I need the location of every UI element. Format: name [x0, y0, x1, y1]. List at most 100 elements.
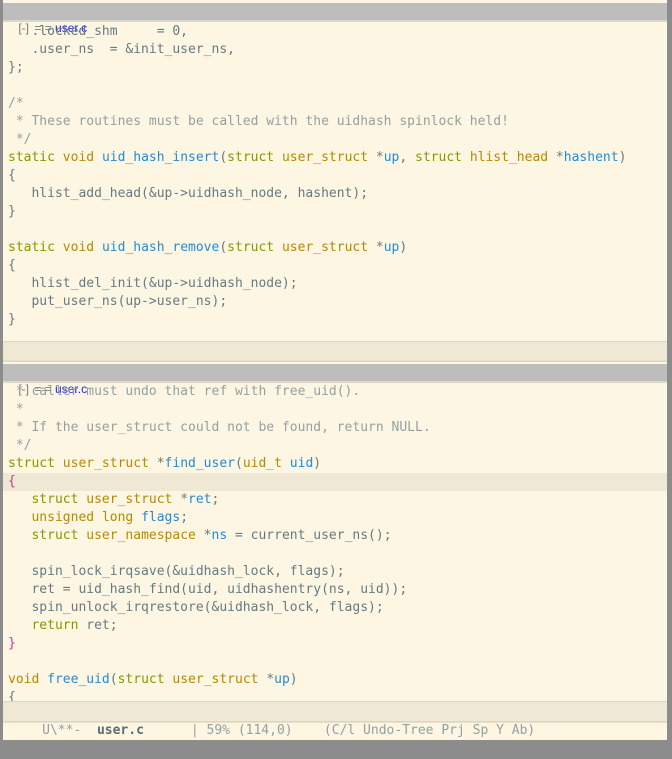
code-token: * — [148, 456, 165, 471]
code-line[interactable]: ret = uid_hash_find(uid, uidhashentry(ns… — [3, 581, 667, 599]
code-line[interactable]: }; — [3, 59, 667, 77]
code-line[interactable]: } — [3, 203, 667, 221]
code-line[interactable]: * — [3, 401, 667, 419]
code-token: ret — [188, 492, 212, 507]
code-token: * — [548, 150, 564, 165]
code-token: * — [8, 402, 24, 417]
code-line[interactable]: hlist_del_init(&up->uidhash_node); — [3, 275, 667, 293]
code-line[interactable]: void free_uid(struct user_struct *up) — [3, 671, 667, 689]
code-token: void — [8, 672, 40, 687]
code-token: ( — [109, 672, 118, 687]
header-line-bottom: [-] = = user.c — [3, 364, 667, 396]
code-token: ; — [180, 510, 189, 525]
code-token: void — [62, 150, 95, 165]
code-line[interactable]: return ret; — [3, 617, 667, 635]
code-line[interactable]: struct user_namespace *ns = current_user… — [3, 527, 667, 545]
code-token: user_struct — [281, 240, 369, 255]
window-divider — [3, 360, 667, 361]
code-token: find_user — [164, 456, 235, 471]
code-line[interactable]: .locked_shm = 0, — [3, 23, 667, 41]
code-token: struct — [8, 456, 55, 471]
code-token: struct — [415, 150, 462, 165]
code-line[interactable]: * These routines must be called with the… — [3, 113, 667, 131]
code-line[interactable] — [3, 653, 667, 671]
code-token: user_namespace — [86, 528, 196, 543]
code-line[interactable]: */ — [3, 131, 667, 149]
code-line[interactable]: struct user_struct *ret; — [3, 491, 667, 509]
code-token: * — [258, 672, 275, 687]
code-line[interactable]: unsigned long flags; — [3, 509, 667, 527]
code-token: { — [8, 474, 16, 489]
code-line[interactable]: .user_ns = &init_user_ns, — [3, 41, 667, 59]
code-token: uid_t — [242, 456, 282, 471]
code-line[interactable]: } — [3, 635, 667, 653]
code-line[interactable]: * If the user_struct could not be found,… — [3, 419, 667, 437]
code-token: ns — [211, 528, 228, 543]
code-token: user_struct — [172, 672, 259, 687]
code-line[interactable] — [3, 77, 667, 95]
code-line[interactable] — [3, 545, 667, 563]
code-token: ) — [618, 150, 627, 165]
code-line[interactable]: put_user_ns(up->user_ns); — [3, 293, 667, 311]
code-token: hashent — [563, 150, 619, 165]
code-token: .user_ns = &init_user_ns, — [8, 42, 235, 57]
code-line[interactable]: /* — [3, 95, 667, 113]
code-line[interactable]: static void uid_hash_insert(struct user_… — [3, 149, 667, 167]
code-token: spin_unlock_irqrestore(&uidhash_lock, fl… — [8, 600, 384, 615]
code-line[interactable]: spin_unlock_irqrestore(&uidhash_lock, fl… — [3, 599, 667, 617]
code-token: } — [8, 636, 16, 651]
code-line[interactable]: struct user_struct *find_user(uid_t uid) — [3, 455, 667, 473]
code-token: { — [8, 258, 16, 273]
code-line[interactable]: { — [3, 257, 667, 275]
code-line[interactable]: * caller must undo that ref with free_ui… — [3, 383, 667, 401]
code-line[interactable]: } — [3, 311, 667, 329]
code-editor-bottom[interactable]: * caller must undo that ref with free_ui… — [3, 383, 667, 707]
code-token: flags — [141, 510, 181, 525]
code-token: * These routines must be called with the… — [8, 114, 509, 129]
code-line[interactable]: { — [3, 167, 667, 185]
code-token: ( — [235, 456, 243, 471]
code-token: up — [383, 240, 400, 255]
code-token: ( — [219, 150, 228, 165]
code-token: /* — [8, 96, 24, 111]
code-token: * — [368, 150, 384, 165]
mode-line-bottom[interactable]: U\**- user.c | 59% (114,0) (C/l Undo-Tre… — [3, 701, 667, 738]
code-line[interactable]: static void uid_hash_remove(struct user_… — [3, 239, 667, 257]
code-token: * caller must undo that ref with free_ui… — [8, 384, 361, 399]
minibuffer[interactable] — [3, 723, 667, 740]
code-token: spin_lock_irqsave(&uidhash_lock, flags); — [8, 564, 345, 579]
code-line[interactable] — [3, 221, 667, 239]
code-token: up — [274, 672, 290, 687]
code-line[interactable]: hlist_add_head(&up->uidhash_node, hashen… — [3, 185, 667, 203]
code-token: uid_hash_remove — [101, 240, 220, 255]
code-token: ) — [313, 456, 322, 471]
code-token: static — [8, 240, 55, 255]
code-line[interactable]: { — [3, 473, 667, 491]
code-token: long — [101, 510, 134, 525]
code-token: } — [8, 312, 16, 327]
code-line[interactable]: spin_lock_irqsave(&uidhash_lock, flags); — [3, 563, 667, 581]
code-token: up — [383, 150, 400, 165]
code-token: ret; — [78, 618, 118, 633]
code-editor-top[interactable]: .locked_shm = 0, .user_ns = &init_user_n… — [3, 23, 667, 329]
code-token: put_user_ns(up->user_ns); — [8, 294, 228, 309]
mode-line-top[interactable]: U\**- user.c | 35% (67,0) (C/l Undo-Tree… — [3, 341, 667, 378]
code-token: * — [368, 240, 384, 255]
code-line[interactable]: */ — [3, 437, 667, 455]
code-token: ) — [289, 672, 298, 687]
code-token: hlist_del_init(&up->uidhash_node); — [8, 276, 298, 291]
code-token: user_struct — [62, 456, 149, 471]
code-token: ( — [219, 240, 228, 255]
code-token: uid — [289, 456, 314, 471]
